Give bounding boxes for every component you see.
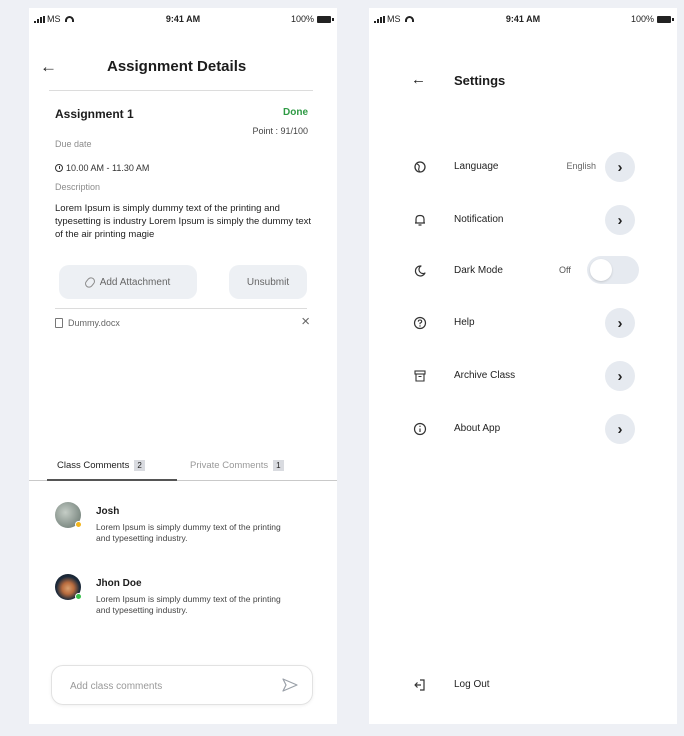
settings-item-notification[interactable]: Notification ›: [369, 204, 677, 236]
file-name: Dummy.docx: [68, 318, 120, 328]
tab-label: Private Comments: [190, 460, 269, 471]
send-icon[interactable]: [282, 678, 298, 692]
battery-indicator: 100%: [290, 14, 334, 24]
chevron-right-icon[interactable]: ›: [605, 205, 635, 235]
comment-box: [51, 665, 313, 705]
chevron-right-icon[interactable]: ›: [605, 152, 635, 182]
status-dot: [75, 521, 82, 528]
assignment-name: Assignment 1: [55, 107, 134, 121]
settings-item-label: Notification: [454, 214, 504, 225]
divider: [49, 90, 313, 91]
chevron-right-icon[interactable]: ›: [605, 308, 635, 338]
back-arrow-icon[interactable]: ←: [40, 58, 57, 75]
page-title: Settings: [454, 73, 506, 88]
due-time-value: 10.00 AM - 11.30 AM: [66, 163, 150, 173]
due-date-label: Due date: [55, 139, 92, 149]
settings-item-label: Language: [454, 161, 499, 172]
info-icon: [413, 422, 427, 436]
settings-item-about-app[interactable]: About App ›: [369, 413, 677, 445]
back-arrow-icon[interactable]: ←: [411, 72, 426, 87]
divider: [55, 308, 307, 309]
description-label: Description: [55, 182, 101, 192]
due-time: 10.00 AM - 11.30 AM: [55, 163, 149, 173]
count-badge: 2: [134, 460, 145, 471]
battery-label: 100%: [290, 14, 314, 24]
unsubmit-label: Unsubmit: [246, 276, 290, 288]
comment-text: Lorem Ipsum is simply dummy text of the …: [96, 594, 281, 615]
assignment-details-screen: MS 9:41 AM 100% ← Assignment Details Ass…: [29, 8, 337, 724]
archive-icon: [414, 370, 426, 382]
tab-label: Class Comments: [57, 460, 130, 471]
assignment-point: Point : 91/100: [252, 126, 308, 136]
unsubmit-button[interactable]: Unsubmit: [229, 265, 307, 299]
language-value: English: [566, 161, 596, 171]
toggle-knob: [590, 259, 612, 281]
status-bar: MS 9:41 AM 100%: [29, 8, 337, 30]
status-badge: Done: [283, 107, 308, 118]
settings-item-label: Dark Mode: [454, 265, 503, 276]
settings-item-dark-mode: Dark Mode Off: [369, 255, 677, 287]
bell-icon: [415, 214, 425, 226]
logout-icon: [414, 679, 425, 691]
description-text: Lorem Ipsum is simply dummy text of the …: [55, 203, 312, 240]
comment-text: Lorem Ipsum is simply dummy text of the …: [96, 522, 281, 543]
document-icon: [55, 318, 63, 328]
battery-icon: [657, 15, 674, 23]
avatar[interactable]: [55, 502, 82, 528]
settings-item-label: About App: [454, 423, 501, 434]
status-bar: MS 9:41 AM 100%: [369, 8, 677, 30]
count-badge: 1: [273, 460, 284, 471]
battery-indicator: 100%: [630, 14, 674, 24]
page-title: Assignment Details: [107, 58, 247, 75]
attached-file[interactable]: Dummy.docx: [55, 318, 120, 328]
comment-author: Josh: [96, 506, 120, 517]
tab-class-comments[interactable]: Class Comments 2: [57, 460, 145, 471]
settings-screen: MS 9:41 AM 100% ← Settings Language Engl…: [369, 8, 677, 724]
logout-label: Log Out: [454, 679, 490, 690]
chevron-right-icon[interactable]: ›: [605, 361, 635, 391]
comment-author: Jhon Doe: [96, 578, 142, 589]
battery-icon: [317, 15, 334, 23]
comment-input[interactable]: [70, 677, 270, 695]
settings-item-label: Help: [454, 317, 475, 328]
remove-file-close-icon[interactable]: ×: [301, 313, 310, 330]
paperclip-icon: [83, 275, 97, 289]
settings-item-help[interactable]: Help ›: [369, 307, 677, 339]
chevron-right-icon[interactable]: ›: [605, 414, 635, 444]
status-dot: [75, 593, 82, 600]
logout-button[interactable]: Log Out: [369, 669, 677, 701]
settings-item-language[interactable]: Language English ›: [369, 151, 677, 183]
help-icon: [413, 316, 427, 330]
settings-item-archive-class[interactable]: Archive Class ›: [369, 360, 677, 392]
tab-private-comments[interactable]: Private Comments 1: [190, 460, 284, 471]
settings-item-label: Archive Class: [454, 370, 516, 381]
globe-icon: [414, 161, 426, 173]
avatar[interactable]: [55, 574, 82, 600]
clock-icon: [55, 164, 63, 172]
add-attachment-label: Add Attachment: [99, 276, 171, 288]
dark-mode-value: Off: [559, 265, 571, 275]
battery-label: 100%: [630, 14, 654, 24]
dark-mode-toggle[interactable]: [587, 256, 639, 284]
active-tab-indicator: [47, 479, 177, 481]
add-attachment-button[interactable]: Add Attachment: [59, 265, 197, 299]
moon-icon: [414, 265, 426, 277]
